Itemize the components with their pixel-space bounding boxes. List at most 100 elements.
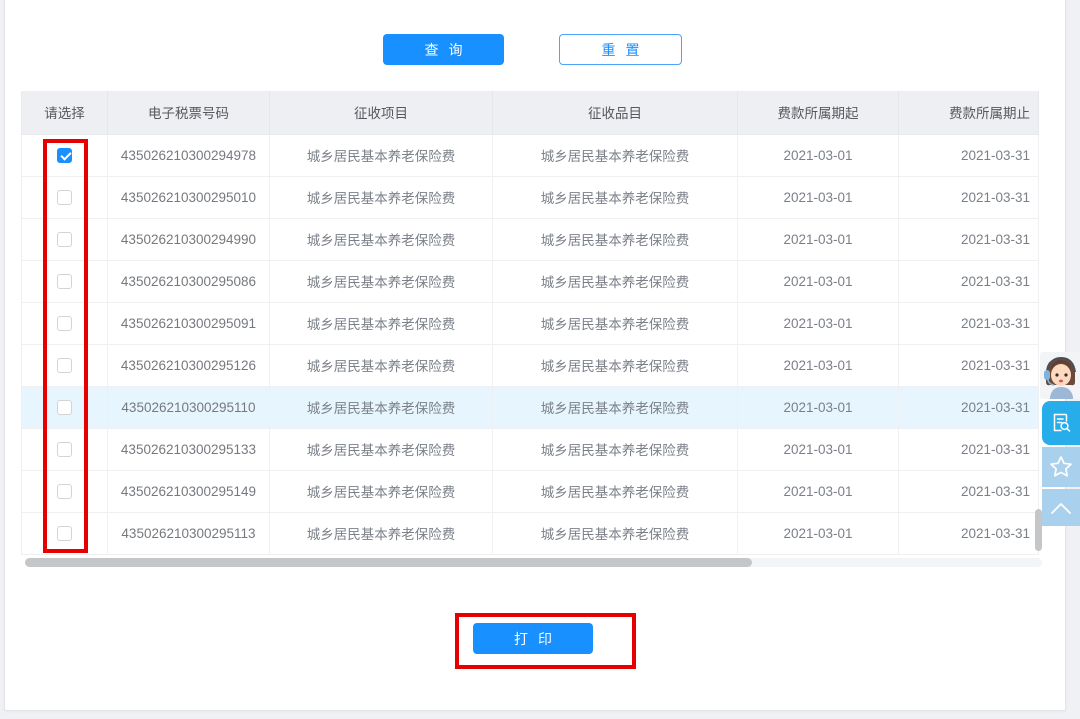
col-header-invoice-number: 电子税票号码 — [108, 91, 270, 134]
table-row[interactable]: 435026210300295110 城乡居民基本养老保险费 城乡居民基本养老保… — [22, 386, 1039, 428]
levy-item-cell: 城乡居民基本养老保险费 — [270, 428, 493, 470]
period-end-cell: 2021-03-31 — [899, 428, 1039, 470]
period-start-cell: 2021-03-01 — [738, 302, 899, 344]
col-header-levy-subitem: 征收品目 — [493, 91, 738, 134]
levy-subitem-cell: 城乡居民基本养老保险费 — [493, 344, 738, 386]
table-row[interactable]: 435026210300295091 城乡居民基本养老保险费 城乡居民基本养老保… — [22, 302, 1039, 344]
levy-item-cell: 城乡居民基本养老保险费 — [270, 176, 493, 218]
period-start-cell: 2021-03-01 — [738, 134, 899, 176]
levy-item-cell: 城乡居民基本养老保险费 — [270, 134, 493, 176]
row-checkbox[interactable] — [57, 232, 72, 247]
invoice-number-cell: 435026210300294978 — [108, 134, 270, 176]
levy-subitem-cell: 城乡居民基本养老保险费 — [493, 386, 738, 428]
levy-item-cell: 城乡居民基本养老保险费 — [270, 512, 493, 554]
select-cell — [22, 512, 108, 554]
levy-subitem-cell: 城乡居民基本养老保险费 — [493, 134, 738, 176]
table-row[interactable]: 435026210300294990 城乡居民基本养老保险费 城乡居民基本养老保… — [22, 218, 1039, 260]
levy-subitem-cell: 城乡居民基本养老保险费 — [493, 176, 738, 218]
invoice-number-cell: 435026210300295113 — [108, 512, 270, 554]
star-icon — [1048, 454, 1074, 480]
period-end-cell: 2021-03-31 — [899, 176, 1039, 218]
col-header-levy-item: 征收项目 — [270, 91, 493, 134]
horizontal-scrollbar-track[interactable] — [25, 558, 1042, 567]
invoice-number-cell: 435026210300295010 — [108, 176, 270, 218]
row-checkbox[interactable] — [57, 484, 72, 499]
favorite-button[interactable] — [1042, 447, 1080, 487]
period-start-cell: 2021-03-01 — [738, 176, 899, 218]
table-row[interactable]: 435026210300295126 城乡居民基本养老保险费 城乡居民基本养老保… — [22, 344, 1039, 386]
levy-item-cell: 城乡居民基本养老保险费 — [270, 260, 493, 302]
table-row[interactable]: 435026210300295086 城乡居民基本养老保险费 城乡居民基本养老保… — [22, 260, 1039, 302]
period-end-cell: 2021-03-31 — [899, 218, 1039, 260]
row-checkbox[interactable] — [57, 358, 72, 373]
select-cell — [22, 218, 108, 260]
period-start-cell: 2021-03-01 — [738, 386, 899, 428]
period-end-cell: 2021-03-31 — [899, 260, 1039, 302]
invoice-number-cell: 435026210300295110 — [108, 386, 270, 428]
levy-subitem-cell: 城乡居民基本养老保险费 — [493, 302, 738, 344]
invoice-number-cell: 435026210300294990 — [108, 218, 270, 260]
invoice-number-cell: 435026210300295126 — [108, 344, 270, 386]
period-start-cell: 2021-03-01 — [738, 260, 899, 302]
row-checkbox[interactable] — [57, 148, 72, 163]
table-row[interactable]: 435026210300295133 城乡居民基本养老保险费 城乡居民基本养老保… — [22, 428, 1039, 470]
results-table: 请选择 电子税票号码 征收项目 征收品目 费款所属期起 费款所属期止 43502… — [21, 91, 1040, 555]
period-start-cell: 2021-03-01 — [738, 344, 899, 386]
table-row[interactable]: 435026210300294978 城乡居民基本养老保险费 城乡居民基本养老保… — [22, 134, 1039, 176]
table-row[interactable]: 435026210300295010 城乡居民基本养老保险费 城乡居民基本养老保… — [22, 176, 1039, 218]
query-button[interactable]: 查询 — [383, 34, 504, 65]
select-cell — [22, 386, 108, 428]
reset-button[interactable]: 重置 — [559, 34, 682, 65]
row-checkbox[interactable] — [57, 526, 72, 541]
levy-subitem-cell: 城乡居民基本养老保险费 — [493, 512, 738, 554]
select-cell — [22, 302, 108, 344]
chevron-up-icon — [1048, 499, 1074, 517]
col-header-select: 请选择 — [22, 91, 108, 134]
period-start-cell: 2021-03-01 — [738, 470, 899, 512]
collapse-button[interactable] — [1042, 489, 1080, 526]
col-header-period-end: 费款所属期止 — [899, 91, 1039, 134]
document-search-icon — [1049, 411, 1073, 435]
select-cell — [22, 470, 108, 512]
period-start-cell: 2021-03-01 — [738, 512, 899, 554]
customer-service-avatar-icon — [1040, 352, 1080, 399]
period-start-cell: 2021-03-01 — [738, 218, 899, 260]
levy-subitem-cell: 城乡居民基本养老保险费 — [493, 470, 738, 512]
period-end-cell: 2021-03-31 — [899, 344, 1039, 386]
period-start-cell: 2021-03-01 — [738, 428, 899, 470]
table-row[interactable]: 435026210300295149 城乡居民基本养老保险费 城乡居民基本养老保… — [22, 470, 1039, 512]
row-checkbox[interactable] — [57, 400, 72, 415]
select-cell — [22, 344, 108, 386]
select-cell — [22, 134, 108, 176]
content-panel: 查询 重置 请选择 电子税票号码 征收项目 征收品目 费款所属期起 费款所属期止 — [4, 0, 1066, 711]
period-end-cell: 2021-03-31 — [899, 302, 1039, 344]
period-end-cell: 2021-03-31 — [899, 134, 1039, 176]
levy-subitem-cell: 城乡居民基本养老保险费 — [493, 218, 738, 260]
row-checkbox[interactable] — [57, 442, 72, 457]
customer-service-avatar[interactable] — [1040, 352, 1080, 399]
vertical-scrollbar-thumb[interactable] — [1035, 509, 1042, 551]
levy-item-cell: 城乡居民基本养老保险费 — [270, 302, 493, 344]
select-cell — [22, 176, 108, 218]
select-cell — [22, 260, 108, 302]
invoice-number-cell: 435026210300295149 — [108, 470, 270, 512]
select-cell — [22, 428, 108, 470]
table-body: 435026210300294978 城乡居民基本养老保险费 城乡居民基本养老保… — [22, 134, 1039, 554]
screen: 查询 重置 请选择 电子税票号码 征收项目 征收品目 费款所属期起 费款所属期止 — [0, 0, 1080, 719]
period-end-cell: 2021-03-31 — [899, 470, 1039, 512]
record-search-button[interactable] — [1042, 401, 1080, 445]
table-row[interactable]: 435026210300295113 城乡居民基本养老保险费 城乡居民基本养老保… — [22, 512, 1039, 554]
horizontal-scrollbar-thumb[interactable] — [25, 558, 752, 567]
period-end-cell: 2021-03-31 — [899, 512, 1039, 554]
invoice-number-cell: 435026210300295091 — [108, 302, 270, 344]
levy-item-cell: 城乡居民基本养老保险费 — [270, 386, 493, 428]
print-button[interactable]: 打印 — [473, 623, 593, 654]
row-checkbox[interactable] — [57, 316, 72, 331]
levy-item-cell: 城乡居民基本养老保险费 — [270, 470, 493, 512]
levy-subitem-cell: 城乡居民基本养老保险费 — [493, 260, 738, 302]
table-header-row: 请选择 电子税票号码 征收项目 征收品目 费款所属期起 费款所属期止 — [22, 91, 1039, 134]
period-end-cell: 2021-03-31 — [899, 386, 1039, 428]
row-checkbox[interactable] — [57, 274, 72, 289]
row-checkbox[interactable] — [57, 190, 72, 205]
invoice-number-cell: 435026210300295133 — [108, 428, 270, 470]
